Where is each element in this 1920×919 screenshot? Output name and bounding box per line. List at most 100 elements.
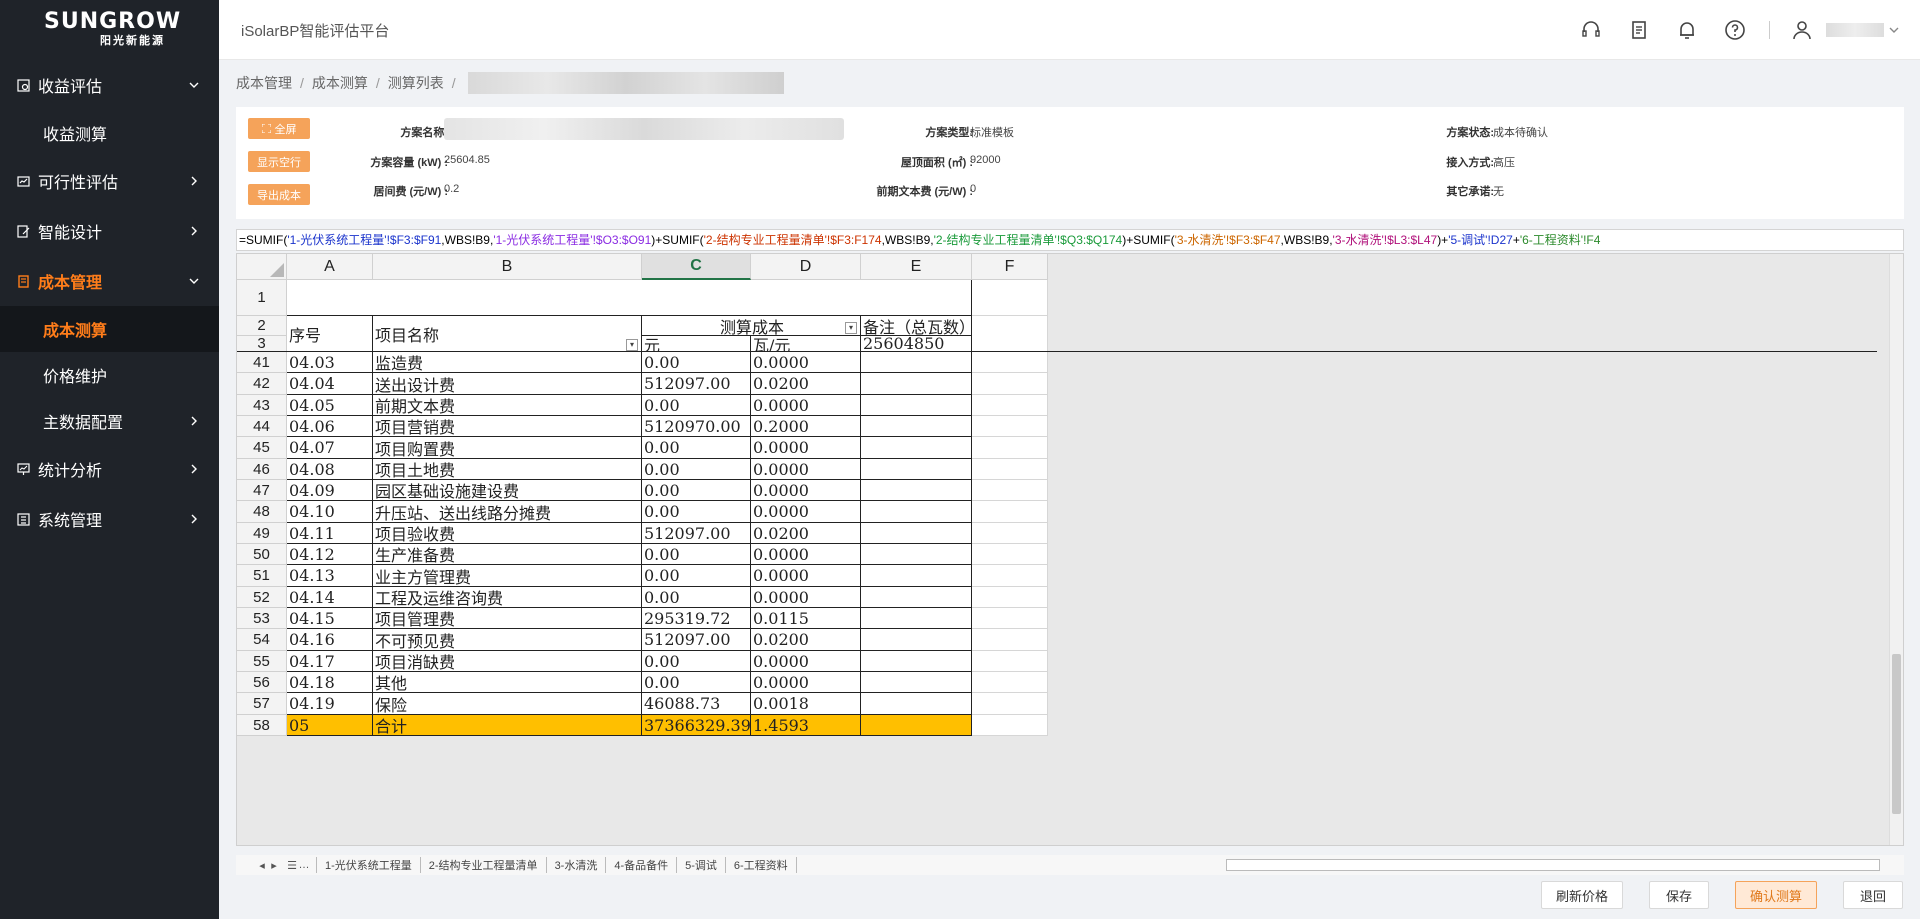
cell-seq[interactable]: 04.19 <box>287 693 373 715</box>
cell-note[interactable] <box>861 480 972 501</box>
sheet-cell[interactable] <box>972 672 1048 693</box>
sheet-cell[interactable] <box>972 715 1048 736</box>
tab-prev-icon[interactable]: ◂ <box>256 859 268 872</box>
column-header-e[interactable]: E <box>861 254 972 280</box>
sheet-cell[interactable] <box>972 437 1048 459</box>
sheet-tab[interactable]: 3-水清洗 <box>547 857 607 873</box>
cell-seq[interactable]: 04.07 <box>287 437 373 459</box>
sidebar-subitem-cost-calc[interactable]: 成本测算 <box>0 306 219 352</box>
confirm-calculation-button[interactable]: 确认测算 <box>1735 881 1817 909</box>
row-header[interactable]: 3 <box>237 335 287 352</box>
cell-cost-per-w[interactable]: 0.0000 <box>751 651 861 672</box>
row-header[interactable]: 48 <box>237 501 287 523</box>
help-icon[interactable] <box>1719 14 1751 46</box>
horizontal-scrollbar[interactable] <box>1226 859 1880 871</box>
sheet-cell[interactable] <box>972 693 1048 715</box>
cell-cost-yuan[interactable]: 0.00 <box>642 544 751 565</box>
row-header[interactable]: 2 <box>237 316 287 336</box>
cell-note[interactable] <box>861 501 972 523</box>
cell-seq[interactable]: 05 <box>287 715 373 736</box>
cell-item-name[interactable]: 送出设计费 <box>373 373 642 395</box>
document-icon[interactable] <box>1623 14 1655 46</box>
sheet-cell[interactable] <box>972 416 1048 437</box>
header-note-cell[interactable]: 备注（总瓦数） <box>861 316 972 336</box>
sheet-tab[interactable]: 2-结构专业工程量清单 <box>421 857 547 873</box>
sheet-cell[interactable] <box>972 544 1048 565</box>
sidebar-item-feasibility[interactable]: 可行性评估 <box>0 156 219 206</box>
sheet-cell[interactable] <box>972 523 1048 544</box>
row-header[interactable]: 42 <box>237 373 287 395</box>
cell-item-name[interactable]: 项目消缺费 <box>373 651 642 672</box>
cell-note[interactable] <box>861 693 972 715</box>
cell-note[interactable] <box>861 587 972 608</box>
sheet-cell[interactable] <box>972 587 1048 608</box>
cell-cost-per-w[interactable]: 0.0000 <box>751 587 861 608</box>
cell-seq[interactable]: 04.16 <box>287 629 373 651</box>
cell-item-name[interactable]: 不可预见费 <box>373 629 642 651</box>
cell-cost-yuan[interactable]: 512097.00 <box>642 373 751 395</box>
return-button[interactable]: 退回 <box>1843 881 1903 909</box>
spreadsheet-grid[interactable]: ABCDEF 1 2 3 序号 项目名称 测算成本 备注（总瓦数） 元瓦/元 25604850 ▾… <box>236 253 1904 846</box>
cell-cost-yuan[interactable]: 512097.00 <box>642 629 751 651</box>
filter-dropdown-icon[interactable]: ▾ <box>845 322 857 334</box>
row-header[interactable]: 52 <box>237 587 287 608</box>
row-header[interactable]: 47 <box>237 480 287 501</box>
cell-cost-per-w[interactable]: 0.0000 <box>751 352 861 373</box>
row-header[interactable]: 46 <box>237 459 287 480</box>
header-unit-w-cell[interactable]: 瓦/元 <box>751 336 861 352</box>
headset-icon[interactable] <box>1575 14 1607 46</box>
cell-cost-per-w[interactable]: 0.0018 <box>751 693 861 715</box>
sheet-tab[interactable]: 5-调试 <box>677 857 726 873</box>
cell-seq[interactable]: 04.18 <box>287 672 373 693</box>
cell-cost-yuan[interactable]: 0.00 <box>642 352 751 373</box>
sheet-tab[interactable]: 1-光伏系统工程量 <box>317 857 421 873</box>
cell-note[interactable] <box>861 629 972 651</box>
cell-cost-per-w[interactable]: 0.0000 <box>751 459 861 480</box>
cell-seq[interactable]: 04.03 <box>287 352 373 373</box>
cell-cost-per-w[interactable]: 0.0000 <box>751 565 861 587</box>
sidebar-subitem-price-maintenance[interactable]: 价格维护 <box>0 352 219 398</box>
user-icon[interactable] <box>1786 14 1818 46</box>
cell-item-name[interactable]: 项目土地费 <box>373 459 642 480</box>
cell-note[interactable] <box>861 523 972 544</box>
sheet-cell[interactable] <box>972 316 1048 352</box>
sheet-cell[interactable] <box>972 373 1048 395</box>
cell-note[interactable] <box>861 544 972 565</box>
sidebar-item-system[interactable]: 系统管理 <box>0 494 219 544</box>
title-cell[interactable] <box>287 280 972 316</box>
sheet-cell[interactable] <box>972 352 1048 373</box>
row-header[interactable]: 41 <box>237 352 287 373</box>
row-header[interactable]: 53 <box>237 608 287 629</box>
cell-cost-per-w[interactable]: 0.2000 <box>751 416 861 437</box>
column-header-d[interactable]: D <box>751 254 861 280</box>
tab-more-button[interactable]: … <box>298 859 310 871</box>
header-seq-cell[interactable]: 序号 <box>287 316 373 352</box>
cell-seq[interactable]: 04.09 <box>287 480 373 501</box>
cell-note[interactable] <box>861 416 972 437</box>
cell-seq[interactable]: 04.06 <box>287 416 373 437</box>
sidebar-item-design[interactable]: 智能设计 <box>0 206 219 256</box>
sheet-cell[interactable] <box>972 480 1048 501</box>
sheet-cell[interactable] <box>972 608 1048 629</box>
breadcrumb-item[interactable]: 成本测算 <box>312 73 368 93</box>
cell-note[interactable] <box>861 352 972 373</box>
header-name-cell[interactable]: 项目名称 <box>373 316 642 352</box>
sheet-tab[interactable]: 4-备品备件 <box>606 857 678 873</box>
cell-seq[interactable]: 04.11 <box>287 523 373 544</box>
cell-item-name[interactable]: 项目营销费 <box>373 416 642 437</box>
cell-note[interactable] <box>861 608 972 629</box>
cell-item-name[interactable]: 前期文本费 <box>373 395 642 416</box>
sheet-cell[interactable] <box>972 651 1048 672</box>
cell-cost-yuan[interactable]: 512097.00 <box>642 523 751 544</box>
cell-cost-yuan[interactable]: 0.00 <box>642 480 751 501</box>
cell-cost-yuan[interactable]: 37366329.39 <box>642 715 751 736</box>
username-redacted[interactable] <box>1826 23 1884 37</box>
cell-cost-yuan[interactable]: 5120970.00 <box>642 416 751 437</box>
header-unit-yuan-cell[interactable]: 元 <box>642 336 751 352</box>
breadcrumb-item[interactable]: 测算列表 <box>388 73 444 93</box>
sheet-cell[interactable] <box>972 501 1048 523</box>
sheet-cell[interactable] <box>972 565 1048 587</box>
cell-item-name[interactable]: 合计 <box>373 715 642 736</box>
row-header[interactable]: 51 <box>237 565 287 587</box>
column-header-a[interactable]: A <box>287 254 373 280</box>
